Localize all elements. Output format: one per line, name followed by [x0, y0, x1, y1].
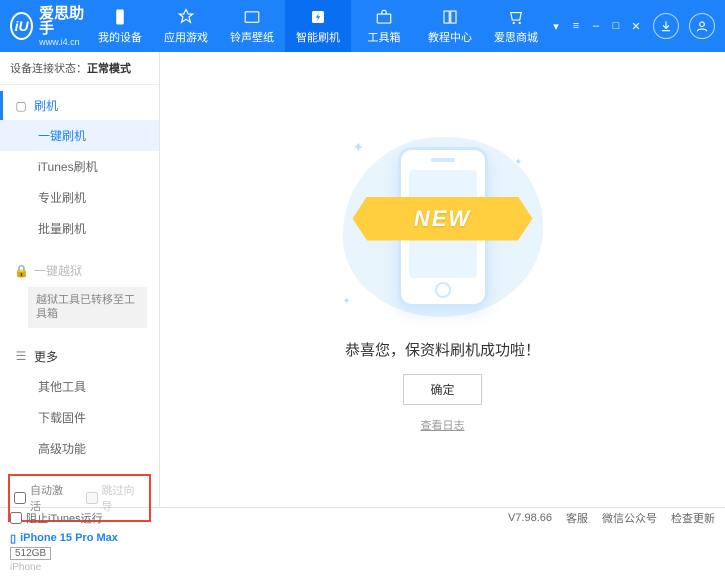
- sidebar: 设备连接状态：正常模式 ▢ 刷机 一键刷机 iTunes刷机 专业刷机 批量刷机…: [0, 52, 160, 507]
- sidebar-item-advanced[interactable]: 高级功能: [0, 433, 159, 464]
- sidebar-item-itunes[interactable]: iTunes刷机: [0, 151, 159, 182]
- logo-icon: iU: [10, 12, 33, 40]
- app-site: www.i4.cn: [39, 38, 87, 47]
- nav-label: 铃声壁纸: [230, 29, 274, 45]
- nav-label: 爱思商城: [494, 29, 538, 45]
- sidebar-item-batch[interactable]: 批量刷机: [0, 213, 159, 244]
- success-illustration: ✦ ✦ ✦ NEW: [313, 127, 573, 327]
- connection-status: 设备连接状态：正常模式: [0, 52, 159, 85]
- nav-label: 应用游戏: [164, 29, 208, 45]
- new-ribbon: NEW: [353, 197, 533, 241]
- device-icon: ▯: [10, 532, 16, 545]
- device-name-text: iPhone 15 Pro Max: [20, 532, 118, 544]
- nav-label: 工具箱: [368, 29, 401, 45]
- cart-icon: [506, 8, 526, 26]
- phone-icon: [110, 8, 130, 26]
- conn-value: 正常模式: [87, 63, 131, 75]
- titlebar: iU 爱思助手 www.i4.cn 我的设备 应用游戏 铃声壁纸 智能刷机 工具…: [0, 0, 725, 52]
- sidebar-sec-jailbreak: 🔒 一键越狱: [0, 256, 159, 285]
- menu-icon[interactable]: ▾: [549, 19, 563, 33]
- sidebar-jailbreak-note: 越狱工具已转移至工具箱: [28, 287, 147, 328]
- sidebar-sec-more[interactable]: ☰ 更多: [0, 342, 159, 371]
- flash-icon: [308, 8, 328, 26]
- device-type: iPhone: [10, 562, 149, 573]
- maximize-icon[interactable]: □: [609, 19, 623, 33]
- top-nav: 我的设备 应用游戏 铃声壁纸 智能刷机 工具箱 教程中心 爱思商城: [87, 0, 549, 52]
- user-button[interactable]: [689, 13, 715, 39]
- app-name: 爱思助手: [39, 6, 87, 36]
- app-icon: [176, 8, 196, 26]
- chk-label: 阻止iTunes运行: [26, 510, 103, 526]
- nav-label: 智能刷机: [296, 29, 340, 45]
- sidebar-item-oneclick[interactable]: 一键刷机: [0, 120, 159, 151]
- book-icon: [440, 8, 460, 26]
- lock-icon: 🔒: [14, 264, 28, 278]
- chk-label: 跳过向导: [102, 482, 146, 514]
- nav-my-device[interactable]: 我的设备: [87, 0, 153, 52]
- nav-ringtones[interactable]: 铃声壁纸: [219, 0, 285, 52]
- device-storage: 512GB: [10, 547, 51, 560]
- image-icon: [242, 8, 262, 26]
- window-controls: ▾ ≡ – □ ✕: [549, 13, 715, 39]
- toolbox-icon: [374, 8, 394, 26]
- device-name[interactable]: ▯ iPhone 15 Pro Max: [10, 532, 149, 545]
- close-icon[interactable]: ✕: [629, 19, 643, 33]
- nav-store[interactable]: 爱思商城: [483, 0, 549, 52]
- success-message: 恭喜您，保资料刷机成功啦！: [345, 339, 540, 360]
- checkbox-block-itunes[interactable]: 阻止iTunes运行: [10, 510, 103, 526]
- nav-label: 我的设备: [98, 29, 142, 45]
- nav-apps[interactable]: 应用游戏: [153, 0, 219, 52]
- view-log-link[interactable]: 查看日志: [421, 417, 465, 433]
- ok-button[interactable]: 确定: [403, 374, 481, 405]
- device-info: ▯ iPhone 15 Pro Max 512GB iPhone: [0, 526, 159, 579]
- conn-label: 设备连接状态：: [10, 63, 87, 75]
- nav-label: 教程中心: [428, 29, 472, 45]
- sidebar-item-download[interactable]: 下载固件: [0, 402, 159, 433]
- nav-tutorials[interactable]: 教程中心: [417, 0, 483, 52]
- sec-title: 刷机: [34, 97, 58, 114]
- phone-small-icon: ▢: [14, 99, 28, 113]
- footer-link-support[interactable]: 客服: [566, 510, 588, 526]
- main-content: ✦ ✦ ✦ NEW 恭喜您，保资料刷机成功啦！ 确定 查看日志: [160, 52, 725, 507]
- more-icon: ☰: [14, 349, 28, 363]
- nav-flash[interactable]: 智能刷机: [285, 0, 351, 52]
- sidebar-item-pro[interactable]: 专业刷机: [0, 182, 159, 213]
- sidebar-sec-flash[interactable]: ▢ 刷机: [0, 91, 159, 120]
- sec-title: 一键越狱: [34, 262, 82, 279]
- version-label: V7.98.66: [508, 512, 552, 524]
- footer-link-update[interactable]: 检查更新: [671, 510, 715, 526]
- nav-toolbox[interactable]: 工具箱: [351, 0, 417, 52]
- minimize-icon[interactable]: –: [589, 19, 603, 33]
- footer-link-wechat[interactable]: 微信公众号: [602, 510, 657, 526]
- app-logo: iU 爱思助手 www.i4.cn: [10, 6, 87, 47]
- download-button[interactable]: [653, 13, 679, 39]
- skin-icon[interactable]: ≡: [569, 19, 583, 33]
- sec-title: 更多: [34, 348, 58, 365]
- sidebar-item-othertools[interactable]: 其他工具: [0, 371, 159, 402]
